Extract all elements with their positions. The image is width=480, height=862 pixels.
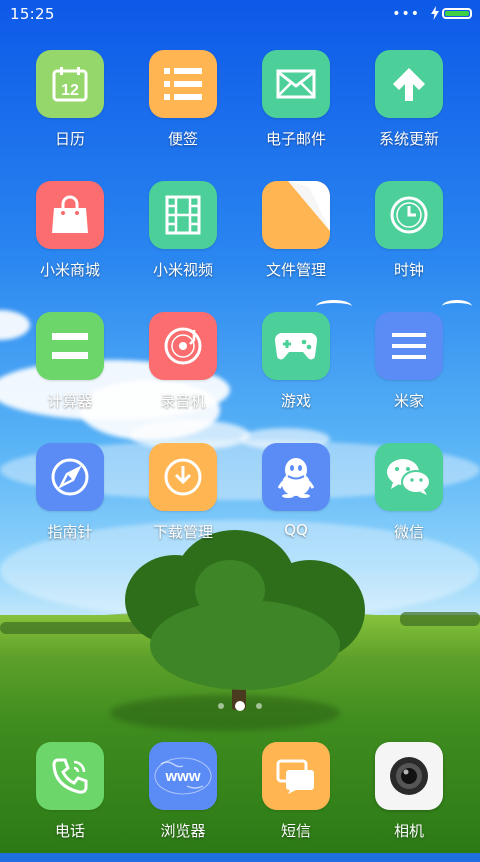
phone-label: 电话 <box>54 822 85 840</box>
app-notes[interactable]: 便签 <box>127 50 239 170</box>
mihome-label: 米家 <box>393 392 424 410</box>
app-mall[interactable]: 小米商城 <box>14 181 126 301</box>
phone-icon <box>50 756 90 796</box>
app-qq[interactable]: QQ <box>240 443 352 563</box>
games-tile[interactable] <box>262 312 330 380</box>
app-video[interactable]: 小米视频 <box>127 181 239 301</box>
games-label: 游戏 <box>280 392 311 410</box>
files-tile[interactable] <box>262 181 330 249</box>
mall-label: 小米商城 <box>39 261 100 279</box>
notes-tile[interactable] <box>149 50 217 118</box>
app-wechat[interactable]: 微信 <box>353 443 465 563</box>
camera-label: 相机 <box>393 822 424 840</box>
page-indicator[interactable] <box>0 701 480 711</box>
page-dot-1[interactable] <box>218 703 224 709</box>
mail-icon <box>276 69 316 99</box>
notes-label: 便签 <box>167 130 198 148</box>
recorder-label: 录音机 <box>160 392 206 410</box>
arrow-up-icon <box>392 66 426 102</box>
clock-label: 时钟 <box>393 261 424 279</box>
qq-tile[interactable] <box>262 443 330 511</box>
messages-tile[interactable] <box>262 742 330 810</box>
downloads-label: 下载管理 <box>152 523 213 541</box>
compass-tile[interactable] <box>36 443 104 511</box>
globe-www-icon: www <box>153 756 213 796</box>
clock-icon <box>389 195 429 235</box>
phone-tile[interactable] <box>36 742 104 810</box>
wechat-icon <box>386 457 432 497</box>
qq-label: QQ <box>284 521 308 539</box>
folder-icon <box>262 181 330 249</box>
app-compass[interactable]: 指南针 <box>14 443 126 563</box>
page-dot-3[interactable] <box>256 703 262 709</box>
shopping-bag-icon <box>51 195 89 235</box>
video-tile[interactable] <box>149 181 217 249</box>
updater-tile[interactable] <box>375 50 443 118</box>
app-mihome[interactable]: 米家 <box>353 312 465 432</box>
more-dots-icon: ••• <box>392 6 420 22</box>
download-icon <box>163 457 203 497</box>
app-games[interactable]: 游戏 <box>240 312 352 432</box>
camera-lens-icon <box>387 754 431 798</box>
compass-icon <box>50 457 90 497</box>
wechat-tile[interactable] <box>375 443 443 511</box>
qq-penguin-icon <box>278 456 314 498</box>
mihome-tile[interactable] <box>375 312 443 380</box>
messages-label: 短信 <box>280 822 311 840</box>
mall-tile[interactable] <box>36 181 104 249</box>
app-clock[interactable]: 时钟 <box>353 181 465 301</box>
app-messages[interactable]: 短信 <box>240 742 352 862</box>
browser-www-text: www <box>164 768 200 785</box>
app-recorder[interactable]: 录音机 <box>127 312 239 432</box>
app-email[interactable]: 电子邮件 <box>240 50 352 170</box>
calendar-date: 12 <box>61 82 79 99</box>
app-files[interactable]: 文件管理 <box>240 181 352 301</box>
chat-bubbles-icon <box>276 758 316 794</box>
wechat-label: 微信 <box>393 523 424 541</box>
browser-tile[interactable]: www <box>149 742 217 810</box>
downloads-tile[interactable] <box>149 443 217 511</box>
status-bar: 15:25 ••• <box>0 0 480 28</box>
email-label: 电子邮件 <box>265 130 326 148</box>
files-label: 文件管理 <box>265 261 326 279</box>
app-calculator[interactable]: 计算器 <box>14 312 126 432</box>
clock-tile[interactable] <box>375 181 443 249</box>
gamepad-icon <box>274 330 318 362</box>
record-disc-icon <box>163 326 203 366</box>
camera-tile[interactable] <box>375 742 443 810</box>
menu-icon <box>392 333 426 359</box>
film-icon <box>165 195 201 235</box>
app-updater[interactable]: 系统更新 <box>353 50 465 170</box>
charging-bolt-icon <box>431 6 439 20</box>
equals-icon <box>52 333 88 359</box>
calculator-label: 计算器 <box>47 392 93 410</box>
app-camera[interactable]: 相机 <box>353 742 465 862</box>
calendar-tile[interactable]: 12 <box>36 50 104 118</box>
app-browser[interactable]: www 浏览器 <box>127 742 239 862</box>
app-phone[interactable]: 电话 <box>14 742 126 862</box>
calculator-tile[interactable] <box>36 312 104 380</box>
email-tile[interactable] <box>262 50 330 118</box>
battery-level <box>445 11 469 16</box>
page-dot-2[interactable] <box>235 701 245 711</box>
updater-label: 系统更新 <box>378 130 439 148</box>
status-time: 15:25 <box>10 5 55 23</box>
app-calendar[interactable]: 12 日历 <box>14 50 126 170</box>
recorder-tile[interactable] <box>149 312 217 380</box>
battery-icon <box>442 8 472 19</box>
browser-label: 浏览器 <box>160 822 206 840</box>
list-icon <box>164 67 202 101</box>
app-downloads[interactable]: 下载管理 <box>127 443 239 563</box>
video-label: 小米视频 <box>152 261 213 279</box>
calendar-label: 日历 <box>54 130 85 148</box>
compass-label: 指南针 <box>47 523 93 541</box>
calendar-icon: 12 <box>50 64 90 104</box>
